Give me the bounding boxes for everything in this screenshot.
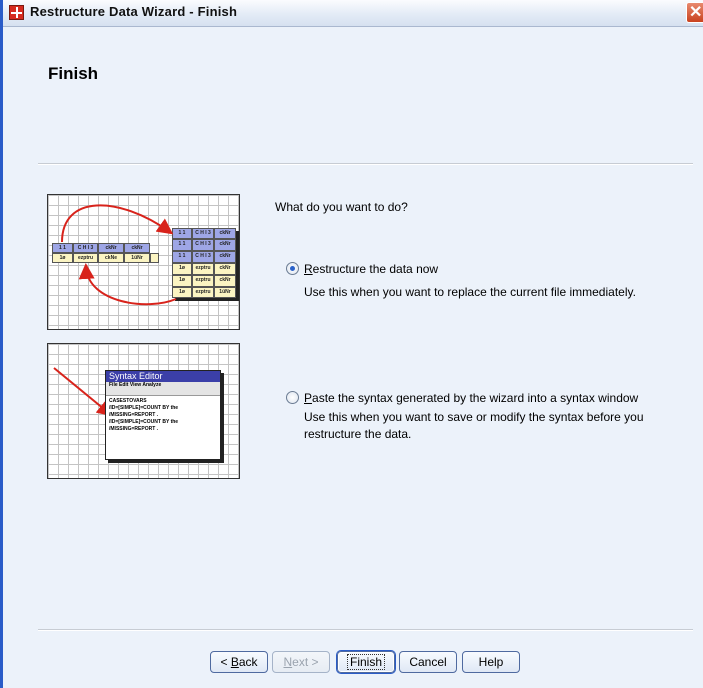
syntax-editor-mini: Syntax Editor File Edit View Analyze CAS… xyxy=(105,370,221,460)
button-label: ack xyxy=(238,655,258,669)
syntax-line: /ID=[SIMPLE]=COUNT BY the xyxy=(109,405,179,411)
window-title: Restructure Data Wizard - Finish xyxy=(30,4,238,19)
next-arrow-icon: > xyxy=(311,655,319,669)
title-bar[interactable]: Restructure Data Wizard - Finish ✕ xyxy=(3,0,703,27)
syntax-editor-body: CASESTOVARS /ID=[SIMPLE]=COUNT BY the /M… xyxy=(106,396,220,435)
help-button[interactable]: Help xyxy=(462,651,520,673)
restructure-illustration: 1 1 C H I 3 ckNr ckNr 1ø ezptru ckNe 1üN… xyxy=(47,194,240,330)
mnemonic: B xyxy=(230,655,239,669)
syntax-line: /MISSING=REPORT . xyxy=(109,426,159,432)
wizard-window: Restructure Data Wizard - Finish ✕ Finis… xyxy=(0,0,703,688)
syntax-line: /MISSING=REPORT . xyxy=(109,412,159,418)
paste-syntax-description: Use this when you want to save or modify… xyxy=(304,410,644,441)
button-label: ext xyxy=(292,655,309,669)
syntax-editor-toolbar xyxy=(106,389,220,396)
page-title: Finish xyxy=(48,64,99,83)
label-text: aste the syntax generated by the wizard … xyxy=(312,391,639,405)
app-icon xyxy=(9,5,24,20)
cancel-button[interactable]: Cancel xyxy=(399,651,457,673)
syntax-line: CASESTOVARS xyxy=(109,398,147,404)
close-icon: ✕ xyxy=(689,4,703,21)
button-label: Finish xyxy=(346,654,385,670)
syntax-editor-menu: File Edit View Analyze xyxy=(106,382,220,389)
button-label: Help xyxy=(478,655,504,669)
paste-syntax-radio[interactable] xyxy=(286,391,299,404)
mnemonic: R xyxy=(304,262,313,276)
mnemonic: P xyxy=(304,391,313,405)
next-button[interactable]: Next > xyxy=(272,651,330,673)
syntax-editor-title: Syntax Editor xyxy=(106,371,220,382)
syntax-illustration: Syntax Editor File Edit View Analyze CAS… xyxy=(47,343,240,479)
restructure-now-radio[interactable] xyxy=(286,262,299,275)
close-button[interactable]: ✕ xyxy=(686,2,703,23)
paste-syntax-label[interactable]: Paste the syntax generated by the wizard… xyxy=(304,391,638,405)
arrow-to-editor xyxy=(53,367,114,417)
syntax-line: /ID=[SIMPLE]=COUNT BY the xyxy=(109,419,179,425)
mnemonic: N xyxy=(283,655,293,669)
arrow-back-left xyxy=(78,263,177,306)
arrow-to-right-table xyxy=(61,204,174,243)
question-label: What do you want to do? xyxy=(275,200,408,214)
finish-button[interactable]: Finish xyxy=(337,651,395,673)
footer-divider xyxy=(38,629,693,631)
back-arrow-icon: < xyxy=(220,655,228,669)
label-text: estructure the data now xyxy=(312,262,439,276)
header-divider xyxy=(38,163,693,165)
red-arrows xyxy=(61,204,177,306)
restructure-now-label[interactable]: Restructure the data now xyxy=(304,262,438,276)
back-button[interactable]: < Back xyxy=(210,651,268,673)
restructure-now-description: Use this when you want to replace the cu… xyxy=(304,285,636,299)
button-label: Cancel xyxy=(409,655,447,669)
